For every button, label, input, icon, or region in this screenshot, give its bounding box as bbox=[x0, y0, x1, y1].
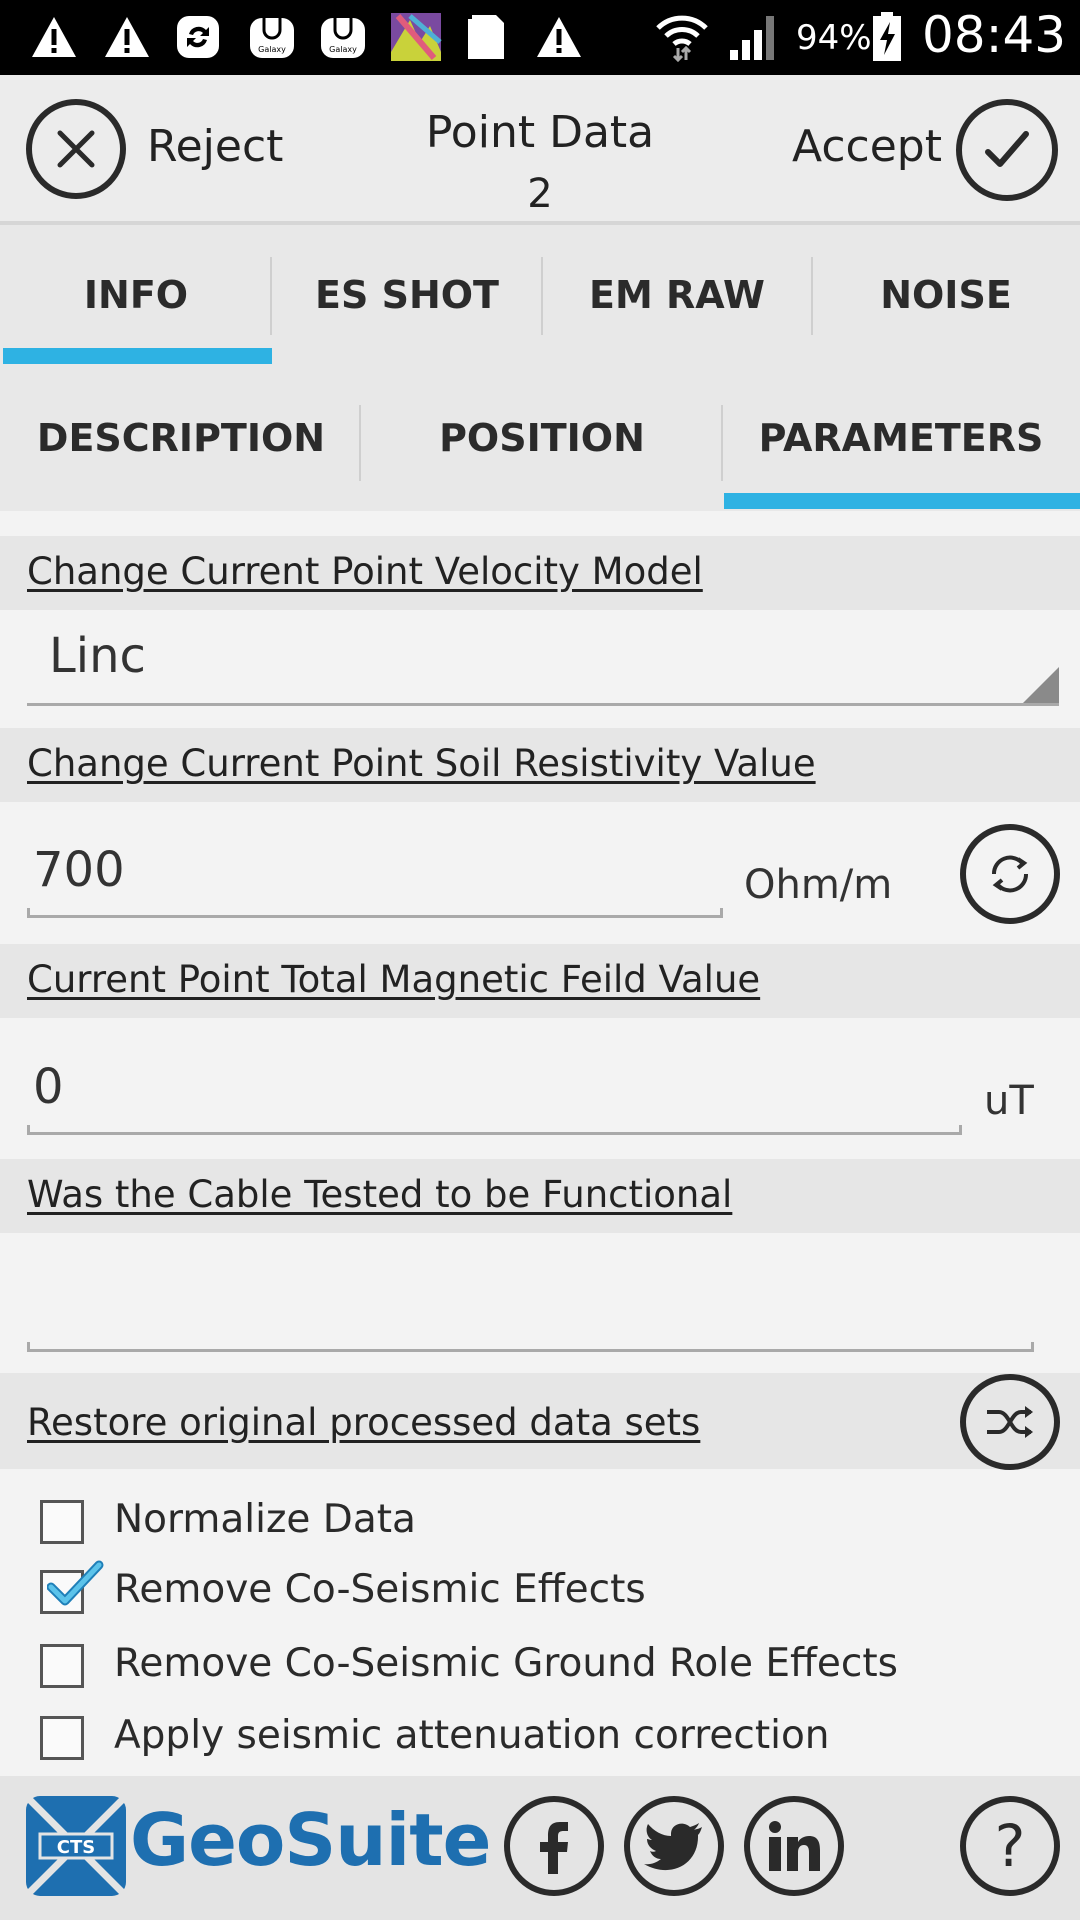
facebook-button[interactable] bbox=[504, 1796, 604, 1896]
galaxy-app-icon: Galaxy bbox=[319, 14, 367, 60]
restore-data-button[interactable] bbox=[960, 1374, 1060, 1470]
gallery-icon bbox=[390, 13, 442, 61]
brand-name: GeoSuite bbox=[130, 1798, 491, 1882]
twitter-button[interactable] bbox=[624, 1796, 724, 1896]
remove-co-seismic-checkbox[interactable] bbox=[40, 1560, 104, 1614]
warning-icon bbox=[535, 14, 583, 60]
tab-em-raw[interactable]: EM RAW bbox=[542, 225, 812, 365]
header-bar: Reject Point Data 2 Accept bbox=[0, 75, 1080, 225]
dropdown-underline bbox=[27, 703, 1059, 706]
svg-text:Galaxy: Galaxy bbox=[258, 45, 286, 54]
battery-percent: 94% bbox=[796, 18, 872, 58]
accept-button[interactable] bbox=[956, 99, 1058, 201]
tab-noise[interactable]: NOISE bbox=[812, 225, 1080, 365]
clock: 08:43 bbox=[922, 6, 1067, 64]
checkmark-icon bbox=[47, 1560, 104, 1606]
galaxy-app-icon: Galaxy bbox=[248, 14, 296, 60]
accept-label[interactable]: Accept bbox=[792, 121, 942, 172]
input-underline bbox=[27, 908, 723, 918]
sync-icon bbox=[175, 14, 221, 60]
magnetic-field-value: 0 bbox=[33, 1059, 64, 1115]
tab-position[interactable]: POSITION bbox=[362, 365, 722, 511]
cts-logo: CTS bbox=[23, 1793, 129, 1899]
magnetic-field-heading: Current Point Total Magnetic Feild Value bbox=[0, 944, 1080, 1018]
tab-es-shot[interactable]: ES SHOT bbox=[272, 225, 542, 365]
magnetic-field-heading-text: Current Point Total Magnetic Feild Value bbox=[27, 958, 761, 1001]
remove-co-seismic-label[interactable]: Remove Co-Seismic Effects bbox=[114, 1567, 646, 1612]
secondary-tab-bar: DESCRIPTION POSITION PARAMETERS bbox=[0, 365, 1080, 511]
dropdown-arrow-icon bbox=[1023, 667, 1059, 703]
cable-test-heading-text: Was the Cable Tested to be Functional bbox=[27, 1173, 733, 1216]
signal-icon bbox=[728, 14, 780, 60]
magnetic-field-input[interactable]: 0 bbox=[27, 1047, 962, 1135]
help-button[interactable]: ? bbox=[960, 1796, 1060, 1896]
tab-info[interactable]: INFO bbox=[0, 225, 272, 365]
linkedin-icon bbox=[769, 1821, 820, 1871]
tab-divider bbox=[359, 405, 361, 481]
status-bar: Galaxy Galaxy 94% 08:43 bbox=[0, 0, 1080, 75]
velocity-model-heading-text: Change Current Point Velocity Model bbox=[27, 550, 703, 593]
primary-tab-bar: INFO ES SHOT EM RAW NOISE bbox=[0, 225, 1080, 365]
question-mark-icon: ? bbox=[994, 1812, 1026, 1880]
tab-selected-indicator bbox=[724, 493, 1080, 509]
point-number: 2 bbox=[527, 171, 553, 217]
soil-resistivity-heading: Change Current Point Soil Resistivity Va… bbox=[0, 728, 1080, 802]
magnetic-field-unit: uT bbox=[984, 1078, 1034, 1124]
remove-ground-role-checkbox[interactable] bbox=[40, 1644, 84, 1688]
sim-card-icon bbox=[466, 14, 506, 60]
facebook-icon bbox=[540, 1822, 568, 1874]
normalize-data-label[interactable]: Normalize Data bbox=[114, 1497, 416, 1542]
footer-bar: CTS GeoSuite ? bbox=[0, 1776, 1080, 1920]
normalize-data-checkbox[interactable] bbox=[40, 1500, 84, 1544]
remove-ground-role-label[interactable]: Remove Co-Seismic Ground Role Effects bbox=[114, 1641, 898, 1686]
input-underline bbox=[27, 1342, 1034, 1352]
soil-resistivity-input[interactable]: 700 bbox=[27, 832, 723, 918]
refresh-button[interactable] bbox=[960, 824, 1060, 924]
twitter-icon bbox=[644, 1823, 702, 1871]
attenuation-correction-checkbox[interactable] bbox=[40, 1716, 84, 1760]
cable-test-heading: Was the Cable Tested to be Functional bbox=[0, 1159, 1080, 1233]
tab-selected-indicator bbox=[3, 348, 272, 364]
svg-text:Galaxy: Galaxy bbox=[329, 45, 357, 54]
warning-icon bbox=[103, 14, 151, 60]
wifi-icon bbox=[654, 14, 710, 62]
soil-resistivity-heading-text: Change Current Point Soil Resistivity Va… bbox=[27, 742, 816, 785]
attenuation-correction-label[interactable]: Apply seismic attenuation correction bbox=[114, 1713, 830, 1758]
linkedin-button[interactable] bbox=[744, 1796, 844, 1896]
restore-data-row: Restore original processed data sets bbox=[0, 1373, 1080, 1469]
checkmark-icon bbox=[985, 131, 1029, 167]
tab-description[interactable]: DESCRIPTION bbox=[0, 365, 362, 511]
restore-data-label[interactable]: Restore original processed data sets bbox=[27, 1401, 700, 1444]
refresh-icon bbox=[991, 855, 1029, 893]
cable-test-input[interactable] bbox=[27, 1256, 1034, 1352]
velocity-model-value: Linc bbox=[49, 628, 146, 684]
tab-parameters[interactable]: PARAMETERS bbox=[722, 365, 1080, 511]
velocity-model-heading: Change Current Point Velocity Model bbox=[0, 536, 1080, 610]
warning-icon bbox=[30, 14, 78, 60]
shuffle-icon bbox=[987, 1406, 1033, 1438]
logo-text: CTS bbox=[57, 1837, 95, 1858]
battery-icon bbox=[872, 12, 902, 61]
soil-resistivity-value: 700 bbox=[33, 842, 125, 898]
input-underline bbox=[27, 1125, 962, 1135]
velocity-model-dropdown[interactable]: Linc bbox=[27, 612, 1059, 706]
soil-resistivity-unit: Ohm/m bbox=[744, 862, 893, 908]
